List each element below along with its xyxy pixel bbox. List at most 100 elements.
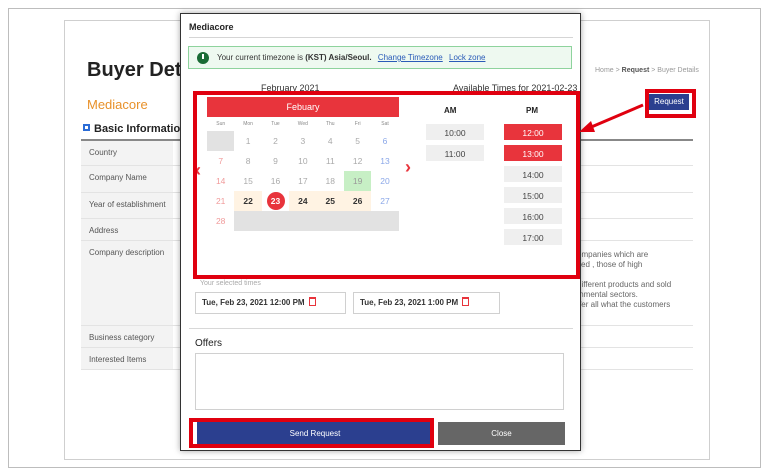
- calendar-day-number: 12: [352, 156, 363, 166]
- calendar-day-number: 15: [243, 176, 253, 186]
- row-label: Country: [81, 141, 173, 165]
- row-label: Company Name: [81, 166, 173, 192]
- calendar-day[interactable]: 28: [207, 211, 234, 231]
- calendar-day[interactable]: 18: [317, 171, 344, 191]
- calendar-day[interactable]: 15: [234, 171, 261, 191]
- row-label: Year of establishment: [81, 193, 173, 218]
- weekday-label: Thu: [325, 121, 335, 127]
- am-column-header: AM: [444, 106, 457, 115]
- calendar-day[interactable]: 27: [371, 191, 398, 211]
- calendar-day[interactable]: 25: [316, 191, 344, 211]
- calendar-day-number: 23: [270, 196, 281, 206]
- breadcrumb-separator: >: [613, 67, 622, 74]
- calendar-day-number: 21: [215, 196, 226, 206]
- calendar-empty-cell: [207, 131, 235, 151]
- next-month-chevron-icon[interactable]: ›: [405, 157, 411, 178]
- calendar-day[interactable]: 5: [344, 131, 371, 151]
- calendar-day-number: 8: [245, 156, 251, 166]
- modal-title: Mediacore: [189, 22, 234, 32]
- calendar-day[interactable]: 22: [234, 191, 262, 211]
- calendar-day-number: 18: [325, 176, 335, 186]
- calendar-day-number: 13: [380, 156, 390, 166]
- calendar-day[interactable]: 19: [343, 171, 372, 191]
- calendar-day-number: 27: [380, 196, 390, 206]
- time-slot[interactable]: 10:00: [425, 123, 485, 141]
- breadcrumb-request[interactable]: Request: [622, 67, 650, 74]
- lock-zone-link[interactable]: Lock zone: [449, 53, 485, 62]
- calendar-day[interactable]: 10: [289, 151, 316, 171]
- clock-icon: [197, 52, 209, 64]
- description-text: different products and sold: [577, 280, 672, 289]
- breadcrumb: Home > Request > Buyer Details: [595, 67, 699, 74]
- calendar-empty-cell: [316, 211, 344, 231]
- calendar-empty-cell: [261, 211, 290, 231]
- timezone-value: (KST) Asia/Seoul.: [305, 53, 372, 62]
- calendar-day[interactable]: 16: [262, 171, 289, 191]
- calendar-day-number: 14: [215, 176, 226, 186]
- month-label: February 2021: [261, 83, 320, 93]
- calendar-day[interactable]: 24: [289, 191, 317, 211]
- calendar-day-number: 26: [352, 196, 363, 206]
- time-slot[interactable]: 14:00: [503, 165, 563, 183]
- calendar-day[interactable]: 17: [289, 171, 316, 191]
- calendar-day[interactable]: 21: [207, 191, 234, 211]
- calendar-day[interactable]: 13: [371, 151, 398, 171]
- calendar-day[interactable]: 4: [317, 131, 344, 151]
- request-modal: Mediacore Your current timezone is (KST)…: [180, 13, 581, 451]
- offers-textarea[interactable]: [195, 353, 564, 410]
- selected-times-label: Your selected times: [200, 280, 261, 287]
- calendar-day[interactable]: 14: [207, 171, 234, 191]
- time-slot[interactable]: 17:00: [503, 228, 563, 246]
- calendar-day-number: 3: [300, 136, 306, 146]
- calendar-day-number: 10: [298, 156, 308, 166]
- calendar-day[interactable]: 6: [371, 131, 398, 151]
- timezone-notice: Your current timezone is (KST) Asia/Seou…: [188, 46, 572, 69]
- section-title: Basic Information: [83, 123, 187, 135]
- calendar-day[interactable]: 1: [234, 131, 261, 151]
- time-slot[interactable]: 12:00: [503, 123, 563, 141]
- calendar-day[interactable]: 20: [371, 171, 398, 191]
- calendar-day-number: 19: [352, 176, 363, 186]
- offers-label: Offers: [195, 338, 223, 349]
- calendar-empty-cell: [343, 211, 372, 231]
- send-request-button[interactable]: Send Request: [197, 422, 433, 445]
- weekday-label: Mon: [243, 121, 253, 127]
- trash-icon[interactable]: [462, 297, 470, 306]
- time-slot[interactable]: 11:00: [425, 144, 485, 162]
- calendar-day[interactable]: 7: [207, 151, 234, 171]
- calendar-day[interactable]: 3: [289, 131, 316, 151]
- calendar-day[interactable]: 26: [343, 191, 372, 211]
- close-button[interactable]: Close: [438, 422, 565, 445]
- calendar-day-number: 11: [325, 156, 335, 166]
- prev-month-chevron-icon[interactable]: ‹: [195, 160, 201, 181]
- available-times-label: Available Times for 2021-02-23: [453, 83, 578, 93]
- calendar-day[interactable]: 8: [234, 151, 261, 171]
- row-label: Interested Items: [81, 348, 173, 369]
- square-bullet-icon: [83, 124, 90, 131]
- time-slot[interactable]: 13:00: [503, 144, 563, 162]
- request-button[interactable]: Request: [649, 94, 689, 110]
- calendar-day-number: 17: [298, 176, 308, 186]
- calendar-day[interactable]: 11: [317, 151, 344, 171]
- time-slot[interactable]: 15:00: [503, 186, 563, 204]
- description-text: sed , those of high: [577, 260, 643, 269]
- calendar-day-number: 24: [298, 196, 308, 206]
- trash-icon[interactable]: [308, 297, 316, 306]
- calendar-day-number: 5: [355, 136, 361, 146]
- breadcrumb-current: Buyer Details: [657, 67, 699, 74]
- section-title-label: Basic Information: [94, 123, 187, 135]
- selected-time-chip[interactable]: Tue, Feb 23, 2021 12:00 PM: [195, 292, 346, 314]
- calendar-day[interactable]: 9: [262, 151, 289, 171]
- calendar-day[interactable]: 12: [344, 151, 371, 171]
- calendar-day[interactable]: 23: [262, 191, 289, 211]
- weekday-label: Wed: [297, 121, 308, 127]
- description-text: mmental sectors.: [577, 290, 638, 299]
- change-timezone-link[interactable]: Change Timezone: [378, 53, 443, 62]
- calendar-grid: Sun Mon Tue Wed Thu Fri Sat 1 2 3 4 5 6 7 8 9 10 11 12 13 14…: [207, 117, 399, 231]
- calendar-day[interactable]: 2: [262, 131, 289, 151]
- calendar-day-number: 1: [245, 136, 251, 146]
- time-slot[interactable]: 16:00: [503, 207, 563, 225]
- calendar-day-number: 28: [215, 216, 226, 226]
- breadcrumb-home[interactable]: Home: [595, 67, 614, 74]
- selected-time-chip[interactable]: Tue, Feb 23, 2021 1:00 PM: [353, 292, 500, 314]
